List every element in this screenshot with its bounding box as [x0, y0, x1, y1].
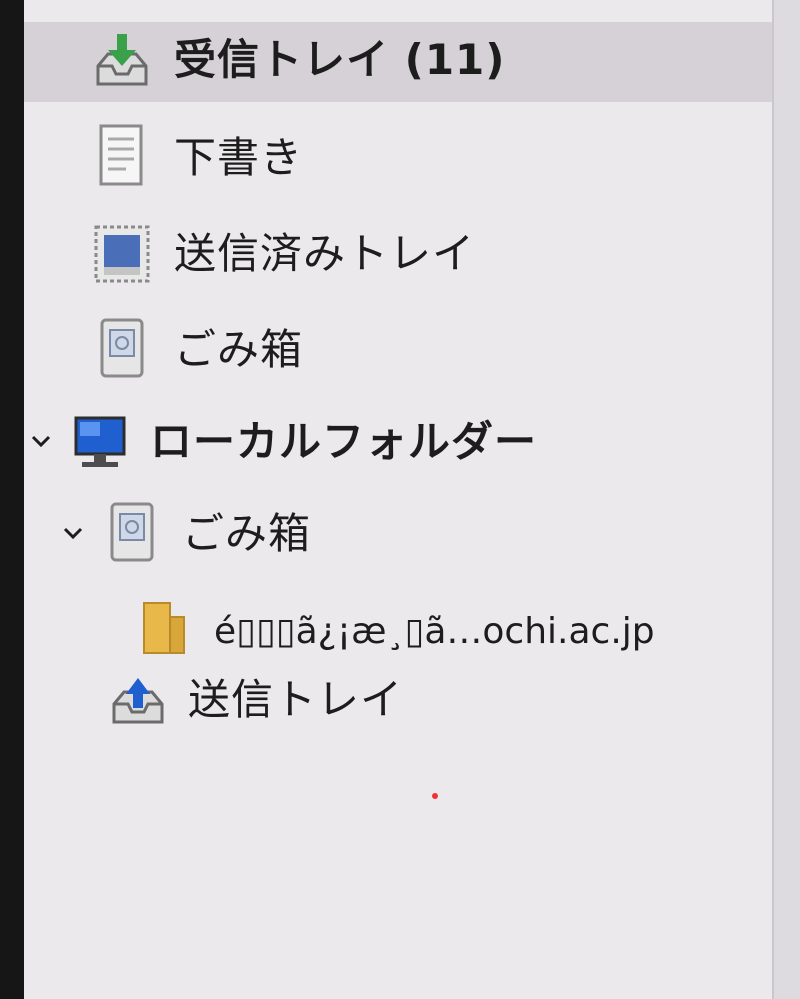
folder-item-inbox[interactable]: 受信トレイ (11) — [24, 22, 772, 102]
pane-splitter[interactable] — [772, 0, 800, 999]
folder-item-outbox[interactable]: 送信トレイ — [24, 660, 772, 740]
folder-item-garbled[interactable]: é▯▯▯ã¿¡æ¸▯ã…ochi.ac.jp — [24, 588, 772, 668]
computer-monitor-icon — [68, 408, 132, 476]
folder-item-sent[interactable]: 送信済みトレイ — [24, 214, 772, 294]
folder-item-drafts[interactable]: 下書き — [24, 118, 772, 198]
folder-item-local-folders[interactable]: ローカルフォルダー — [24, 402, 772, 482]
folder-label-outbox: 送信トレイ — [188, 675, 404, 724]
folder-label-garbled: é▯▯▯ã¿¡æ¸▯ã…ochi.ac.jp — [214, 611, 655, 652]
outbox-upload-icon — [106, 666, 170, 734]
chevron-down-icon[interactable] — [60, 520, 86, 546]
folder-item-trash[interactable]: ごみ箱 — [24, 310, 772, 390]
folder-label-drafts: 下書き — [174, 133, 304, 182]
folder-label-local-trash: ごみ箱 — [182, 509, 312, 558]
sent-folder-icon — [90, 220, 154, 288]
folder-item-local-trash[interactable]: ごみ箱 — [24, 494, 772, 574]
inbox-download-icon — [90, 28, 154, 96]
draft-document-icon — [90, 122, 154, 190]
folder-label-inbox: 受信トレイ (11) — [174, 35, 506, 84]
screen-dead-pixel — [432, 793, 438, 799]
folder-label-local-folders: ローカルフォルダー — [150, 417, 538, 466]
folder-icon — [132, 594, 196, 662]
folder-label-trash: ごみ箱 — [174, 325, 304, 374]
trash-icon — [100, 498, 164, 566]
screen-bezel — [0, 0, 24, 999]
chevron-down-icon[interactable] — [28, 428, 54, 454]
folder-pane: 受信トレイ (11) 下書き 送信済みトレイ ごみ箱 ローカルフォルダー ごみ箱… — [24, 0, 772, 999]
trash-icon — [90, 314, 154, 382]
folder-label-sent: 送信済みトレイ — [174, 229, 476, 278]
